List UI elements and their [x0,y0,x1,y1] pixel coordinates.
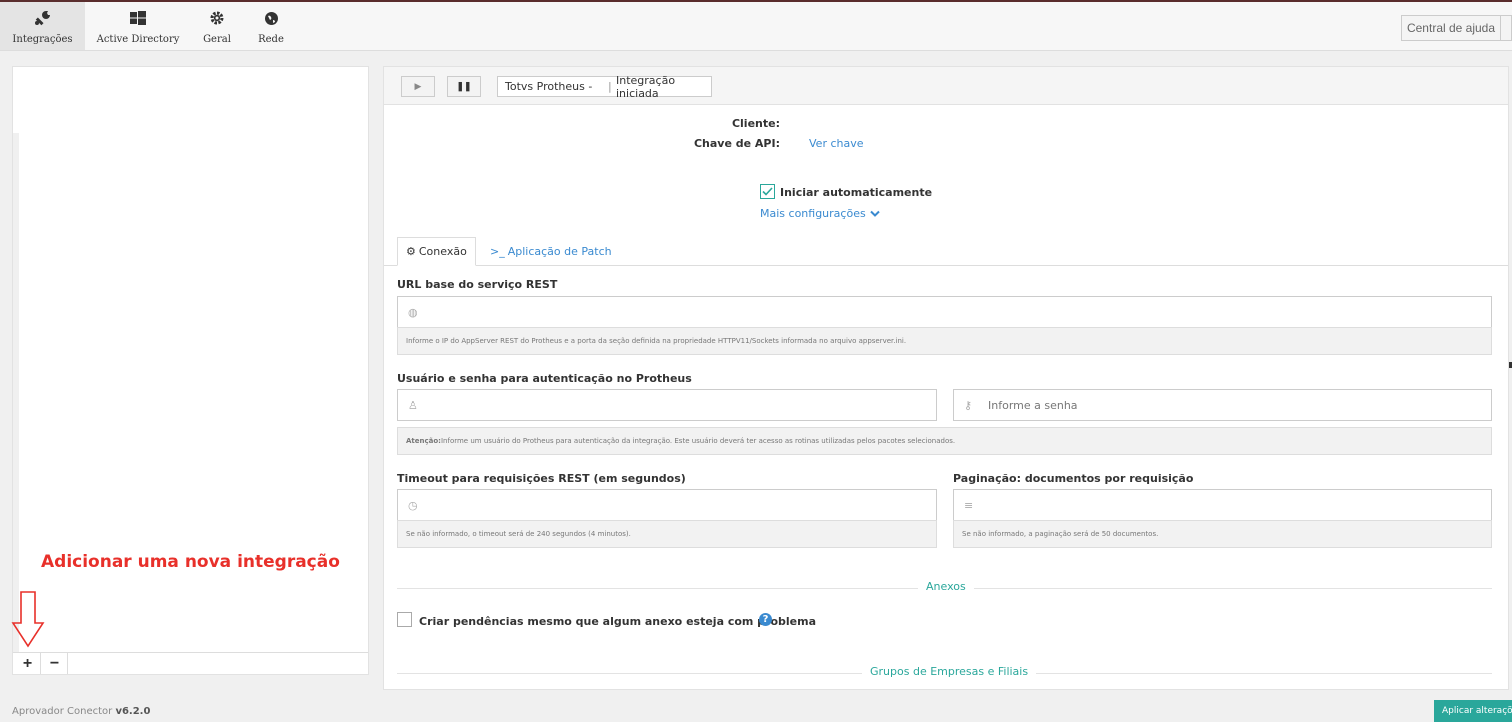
auto-start-label: Iniciar automaticamente [780,186,933,199]
tab-label: Integrações [12,34,73,45]
password-placeholder: Informe a senha [988,398,1078,412]
tab-integracoes[interactable]: Integrações [0,2,85,50]
app-version: Aprovador Conector v6.2.0 [12,706,150,717]
auth-hint-bold: Atenção: [406,437,441,445]
tab-active-directory[interactable]: Active Directory [92,2,184,50]
integration-status-box: Totvs Protheus - | Integração iniciada [497,73,712,100]
footer: Aprovador Conector v6.2.0 Aplicar altera… [0,700,1512,722]
remove-integration-button[interactable]: − [42,653,68,674]
groups-section-label: Grupos de Empresas e Filiais [862,665,1037,678]
status-separator: | [608,80,612,93]
help-dropdown-toggle[interactable] [1501,15,1512,41]
auth-hint-text: Informe um usuário do Protheus para aute… [440,437,956,445]
pause-button[interactable]: ❚❚ [447,76,481,97]
attachments-checkbox[interactable] [397,612,412,627]
help-question-icon[interactable]: ? [759,613,772,626]
play-button[interactable]: ▶ [401,76,435,97]
paging-input[interactable]: ≡ [953,489,1492,521]
paging-title: Paginação: documentos por requisição [953,472,1194,485]
rest-url-hint: Informe o IP do AppServer REST do Prothe… [397,327,1492,355]
tab-label: Geral [203,34,231,45]
add-integration-button[interactable]: + [15,653,41,674]
integration-name: Totvs Protheus - [505,80,593,93]
tab-aplicacao-de-patch[interactable]: >_ Aplicação de Patch [482,237,620,266]
tab-conexao[interactable]: ⚙ Conexão [397,237,476,266]
integration-status: Integração iniciada [616,73,676,100]
auth-title: Usuário e senha para autenticação no Pro… [397,372,692,385]
rest-url-input[interactable]: ◍ [397,296,1492,328]
rest-url-title: URL base do serviço REST [397,278,558,291]
tab-rede[interactable]: Rede [248,2,294,50]
key-icon: ⚷ [964,398,973,412]
list-icon: ≡ [964,498,974,512]
client-label: Cliente: [731,117,780,130]
globe-icon [264,8,279,28]
list-toolbar: + − [13,652,368,674]
checkmark-icon [762,187,773,196]
timeout-hint: Se não informado, o timeout será de 240 … [397,520,937,548]
auto-start-checkbox[interactable] [760,184,775,199]
timeout-title: Timeout para requisições REST (em segund… [397,472,686,485]
annotation-arrow-icon [11,591,45,648]
help-center-button[interactable]: Central de ajuda [1401,15,1501,41]
tab-geral[interactable]: Geral [192,2,242,50]
username-input[interactable]: ♙ [397,389,937,421]
api-key-label: Chave de API: [693,137,780,150]
tab-label: Conexão [418,245,467,258]
attachments-checkbox-label: Criar pendências mesmo que algum anexo e… [419,615,817,628]
tab-label: Aplicação de Patch [507,245,612,258]
tab-label: Active Directory [96,34,180,45]
clock-icon: ◷ [408,498,418,512]
tab-label: Rede [258,34,284,45]
view-api-key-link[interactable]: Ver chave [809,137,864,150]
wrench-icon [34,8,52,28]
integration-toolbar: ▶ ❚❚ Totvs Protheus - | Integração inici… [384,67,1508,105]
password-input[interactable]: ⚷ Informe a senha [953,389,1492,421]
gear-icon [209,8,225,28]
attachments-section-label: Anexos [918,580,974,593]
version-number: v6.2.0 [115,706,151,717]
globe-icon: ◍ [408,305,418,319]
list-gutter [13,133,19,653]
windows-icon [130,8,146,28]
add-integration-annotation: Adicionar uma nova integração [41,552,340,572]
terminal-icon: >_ [490,245,505,258]
timeout-hint-text: Se não informado, o timeout será de 240 … [406,530,631,538]
cogs-icon: ⚙ [406,245,416,258]
more-settings-toggle[interactable]: Mais configurações [760,207,880,220]
paging-hint-text: Se não informado, a paginação será de 50… [962,530,1159,538]
integrations-list-panel: + − [12,66,369,675]
chevron-down-icon [869,210,880,217]
timeout-input[interactable]: ◷ [397,489,937,521]
rest-url-hint-text: Informe o IP do AppServer REST do Prothe… [406,337,907,345]
auth-hint: Atenção: Informe um usuário do Protheus … [397,427,1492,455]
more-settings-label: Mais configurações [760,207,866,220]
top-navigation: Integrações Active Directory Geral Rede … [0,2,1512,51]
app-name: Aprovador Conector [12,706,113,717]
integration-detail-panel: ▶ ❚❚ Totvs Protheus - | Integração inici… [383,66,1509,690]
apply-changes-button[interactable]: Aplicar alterações [1434,700,1512,722]
paging-hint: Se não informado, a paginação será de 50… [953,520,1492,548]
user-icon: ♙ [408,398,418,412]
